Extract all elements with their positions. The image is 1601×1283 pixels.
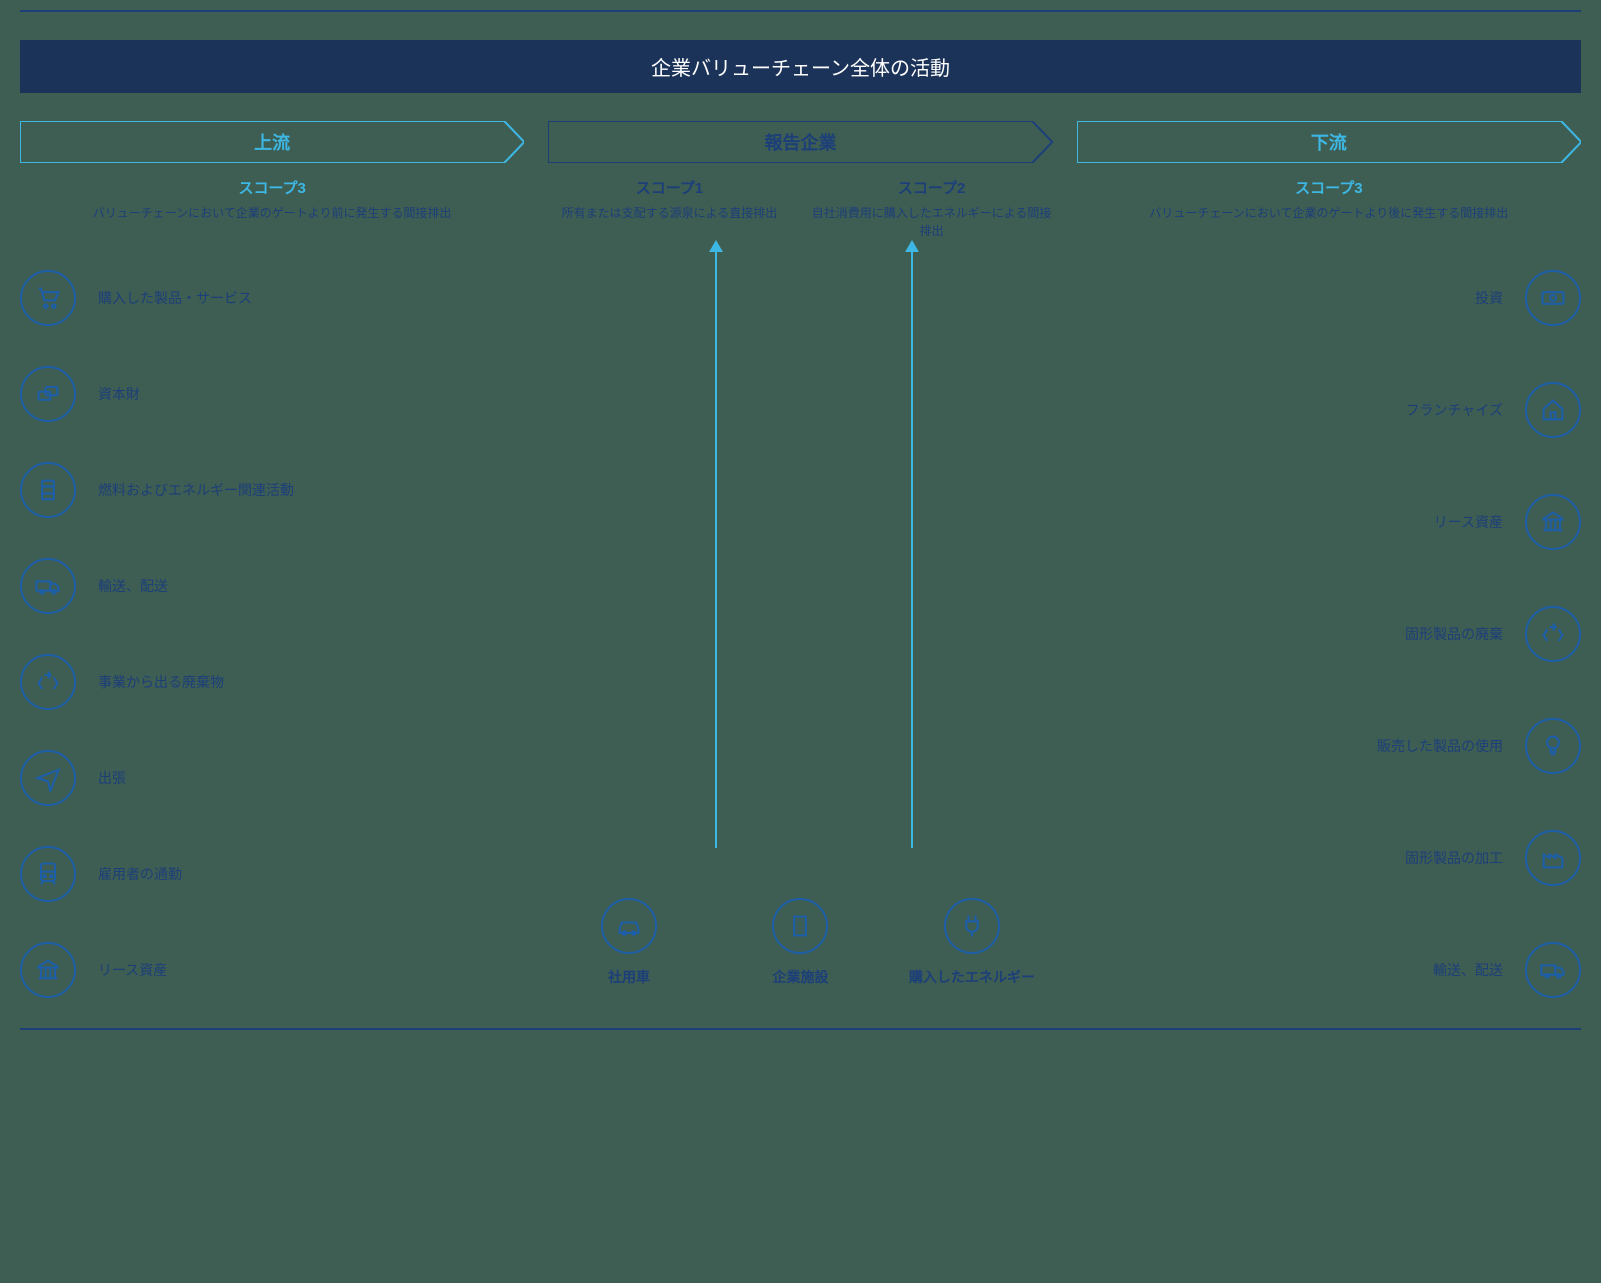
upstream-item-transport: 輸送、配送 — [20, 558, 524, 614]
upstream-arrow: 上流 — [20, 121, 524, 163]
upstream-column: 購入した製品・サービス 資本財 燃料およびエネルギー関連活動 輸送、配送 事業か… — [20, 270, 524, 998]
upstream-item-label: 出張 — [98, 768, 126, 788]
body-grid: 購入した製品・サービス 資本財 燃料およびエネルギー関連活動 輸送、配送 事業か… — [20, 270, 1581, 998]
upstream-item-label: 事業から出る廃棄物 — [98, 672, 224, 692]
airplane-icon — [20, 750, 76, 806]
top-divider — [20, 10, 1581, 12]
upstream-item-capital-goods: 資本財 — [20, 366, 524, 422]
mid-item-vehicles: 社用車 — [548, 898, 709, 988]
scope3-upstream-col: スコープ3 バリューチェーンにおいて企業のゲートより前に発生する間接排出 — [20, 177, 524, 240]
upstream-item-commuting: 雇用者の通勤 — [20, 846, 524, 902]
mid-item-label: 企業施設 — [772, 968, 828, 988]
middle-column: 社用車 企業施設 購入したエネルギー — [548, 270, 1052, 998]
scope2-arrow-up — [911, 250, 913, 848]
stream-arrows-row: 上流 報告企業 下流 — [20, 121, 1581, 163]
emission-arrows — [548, 250, 1052, 978]
downstream-item-processing: 固形製品の加工 — [1077, 830, 1581, 886]
downstream-item-investments: 投資 — [1077, 270, 1581, 326]
upstream-item-purchased-goods: 購入した製品・サービス — [20, 270, 524, 326]
scope1-desc: 所有または支配する源泉による直接排出 — [548, 204, 790, 222]
downstream-item-franchises: フランチャイズ — [1077, 382, 1581, 438]
downstream-item-eol-treatment: 固形製品の廃棄 — [1077, 606, 1581, 662]
cart-icon — [20, 270, 76, 326]
downstream-column: 投資 フランチャイズ リース資産 固形製品の廃棄 販売した製品の使用 — [1077, 270, 1581, 998]
building-columns-icon — [20, 942, 76, 998]
downstream-item-use-of-products: 販売した製品の使用 — [1077, 718, 1581, 774]
upstream-item-leased-assets: リース資産 — [20, 942, 524, 998]
truck-icon — [20, 558, 76, 614]
reporting-scope-col: スコープ1 所有または支配する源泉による直接排出 スコープ2 自社消費用に購入し… — [548, 177, 1052, 240]
reporting-company-arrow: 報告企業 — [548, 121, 1052, 163]
recycle-icon — [20, 654, 76, 710]
upstream-item-waste: 事業から出る廃棄物 — [20, 654, 524, 710]
reporting-company-label: 報告企業 — [764, 129, 836, 155]
downstream-label: 下流 — [1311, 129, 1347, 155]
scope-row: スコープ3 バリューチェーンにおいて企業のゲートより前に発生する間接排出 スコー… — [20, 177, 1581, 240]
downstream-item-list: 投資 フランチャイズ リース資産 固形製品の廃棄 販売した製品の使用 — [1077, 270, 1581, 998]
truck-icon — [1525, 942, 1581, 998]
title-bar: 企業バリューチェーン全体の活動 — [20, 40, 1581, 93]
upstream-item-label: 雇用者の通勤 — [98, 864, 182, 884]
scope1-block: スコープ1 所有または支配する源泉による直接排出 — [548, 177, 790, 240]
mid-item-label: 購入したエネルギー — [909, 968, 1035, 988]
downstream-item-label: 輸送、配送 — [1433, 960, 1503, 980]
house-icon — [1525, 382, 1581, 438]
downstream-item-leased-assets: リース資産 — [1077, 494, 1581, 550]
scope2-desc: 自社消費用に購入したエネルギーによる間接排出 — [811, 204, 1053, 240]
downstream-item-label: 固形製品の加工 — [1405, 848, 1503, 868]
scope3-downstream-title: スコープ3 — [1077, 177, 1581, 198]
downstream-item-label: フランチャイズ — [1406, 400, 1503, 420]
downstream-item-label: 投資 — [1475, 288, 1503, 308]
diagram-container: 企業バリューチェーン全体の活動 上流 報告企業 下流 スコープ3 バリューチェー… — [0, 0, 1601, 1060]
scope3-downstream-col: スコープ3 バリューチェーンにおいて企業のゲートより後に発生する間接排出 — [1077, 177, 1581, 240]
downstream-arrow: 下流 — [1077, 121, 1581, 163]
building-columns-icon — [1525, 494, 1581, 550]
downstream-item-label: リース資産 — [1434, 512, 1503, 532]
scope2-title: スコープ2 — [811, 177, 1053, 198]
train-icon — [20, 846, 76, 902]
money-icon — [1525, 270, 1581, 326]
recycle-icon — [1525, 606, 1581, 662]
building-icon — [772, 898, 828, 954]
scope1-title: スコープ1 — [548, 177, 790, 198]
upstream-item-fuel-energy: 燃料およびエネルギー関連活動 — [20, 462, 524, 518]
downstream-item-label: 固形製品の廃棄 — [1405, 624, 1503, 644]
mid-item-facilities: 企業施設 — [720, 898, 881, 988]
scope3-upstream-title: スコープ3 — [20, 177, 524, 198]
car-icon — [601, 898, 657, 954]
plug-icon — [944, 898, 1000, 954]
scope3-downstream-desc: バリューチェーンにおいて企業のゲートより後に発生する間接排出 — [1077, 204, 1581, 222]
mid-item-energy: 購入したエネルギー — [891, 898, 1052, 988]
scope3-upstream-desc: バリューチェーンにおいて企業のゲートより前に発生する間接排出 — [20, 204, 524, 222]
upstream-label: 上流 — [254, 129, 290, 155]
scope1-arrow-up — [715, 250, 717, 848]
downstream-item-transport: 輸送、配送 — [1077, 942, 1581, 998]
upstream-item-list: 購入した製品・サービス 資本財 燃料およびエネルギー関連活動 輸送、配送 事業か… — [20, 270, 524, 998]
upstream-item-label: 購入した製品・サービス — [98, 288, 252, 308]
upstream-item-label: 燃料およびエネルギー関連活動 — [98, 480, 294, 500]
scope2-block: スコープ2 自社消費用に購入したエネルギーによる間接排出 — [811, 177, 1053, 240]
lightbulb-icon — [1525, 718, 1581, 774]
middle-items-row: 社用車 企業施設 購入したエネルギー — [548, 898, 1052, 988]
upstream-item-label: 輸送、配送 — [98, 576, 168, 596]
upstream-item-label: リース資産 — [98, 960, 167, 980]
money-bag-icon — [20, 366, 76, 422]
upstream-item-travel: 出張 — [20, 750, 524, 806]
fuel-barrel-icon — [20, 462, 76, 518]
bottom-divider — [20, 1028, 1581, 1030]
upstream-item-label: 資本財 — [98, 384, 140, 404]
downstream-item-label: 販売した製品の使用 — [1377, 736, 1503, 756]
factory-icon — [1525, 830, 1581, 886]
mid-item-label: 社用車 — [608, 968, 650, 988]
